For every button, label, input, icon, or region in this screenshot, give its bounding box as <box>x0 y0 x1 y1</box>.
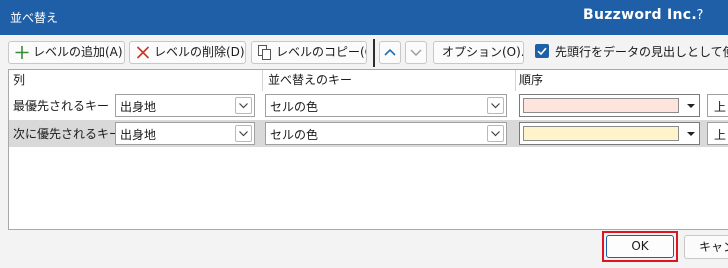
column-value: 出身地 <box>120 128 157 142</box>
header-divider <box>515 70 516 91</box>
sort-level-row[interactable]: 最優先されるキー 出身地 セルの色 上 <box>9 92 728 119</box>
header-sort-on: 並べ替えのキー <box>268 73 353 87</box>
copy-icon <box>256 42 274 63</box>
copy-level-button[interactable]: レベルのコピー(C) <box>251 41 367 64</box>
header-divider <box>262 70 263 91</box>
caret-down-icon[interactable] <box>683 123 699 144</box>
delete-level-button[interactable]: レベルの削除(D) <box>129 41 246 64</box>
add-level-button[interactable]: レベルの追加(A) <box>8 41 125 64</box>
chevron-down-icon[interactable] <box>487 97 504 114</box>
chevron-down-icon[interactable] <box>235 97 252 114</box>
options-label: オプション(O)... <box>442 45 524 59</box>
color-swatch <box>523 126 679 141</box>
ok-button[interactable]: OK <box>606 235 674 258</box>
header-order: 順序 <box>519 73 544 87</box>
level-label: 次に優先されるキー <box>13 127 122 141</box>
options-button[interactable]: オプション(O)... <box>433 41 524 64</box>
sort-on-value: セルの色 <box>270 100 319 114</box>
color-select[interactable] <box>519 122 700 145</box>
sort-level-row[interactable]: 次に優先されるキー 出身地 セルの色 上 <box>9 120 728 147</box>
column-value: 出身地 <box>120 100 157 114</box>
chevron-down-icon <box>407 42 425 63</box>
color-swatch <box>523 98 679 113</box>
column-select[interactable]: 出身地 <box>115 94 255 117</box>
order-select[interactable]: 上 <box>707 122 728 145</box>
toolbar-divider <box>373 39 375 67</box>
chevron-up-icon <box>381 42 399 63</box>
caret-down-icon[interactable] <box>683 95 699 116</box>
help-button[interactable]: ? <box>692 8 708 23</box>
order-value: 上 <box>714 128 727 142</box>
has-headers-label[interactable]: 先頭行をデータの見出しとして使用す <box>555 43 728 60</box>
cancel-button[interactable]: キャンセル <box>684 235 728 259</box>
sort-on-select[interactable]: セルの色 <box>265 122 507 145</box>
order-select[interactable]: 上 <box>707 94 728 117</box>
brand-text: Buzzword Inc. <box>583 7 697 23</box>
column-select[interactable]: 出身地 <box>115 122 255 145</box>
color-select[interactable] <box>519 94 700 117</box>
title-bar: 並べ替え Buzzword Inc. ? <box>0 0 728 35</box>
sort-on-select[interactable]: セルの色 <box>265 94 507 117</box>
sort-on-value: セルの色 <box>270 128 319 142</box>
sort-levels-grid: 列 並べ替えのキー 順序 最優先されるキー 出身地 セルの色 上 次に優先される… <box>8 69 728 230</box>
copy-level-label: レベルのコピー(C) <box>276 45 366 59</box>
plus-icon <box>13 42 31 63</box>
add-level-label: レベルの追加(A) <box>33 45 123 59</box>
delete-x-icon <box>134 42 152 63</box>
delete-level-label: レベルの削除(D) <box>154 45 245 59</box>
header-column: 列 <box>13 73 26 87</box>
move-up-button[interactable] <box>379 41 401 64</box>
chevron-down-icon[interactable] <box>235 125 252 142</box>
checkmark-icon <box>537 47 547 56</box>
order-value: 上 <box>714 100 727 114</box>
has-headers-checkbox[interactable] <box>535 44 549 58</box>
chevron-down-icon[interactable] <box>487 125 504 142</box>
dialog-title: 並べ替え <box>10 11 59 25</box>
move-down-button[interactable] <box>405 41 427 64</box>
level-label: 最優先されるキー <box>13 99 110 113</box>
